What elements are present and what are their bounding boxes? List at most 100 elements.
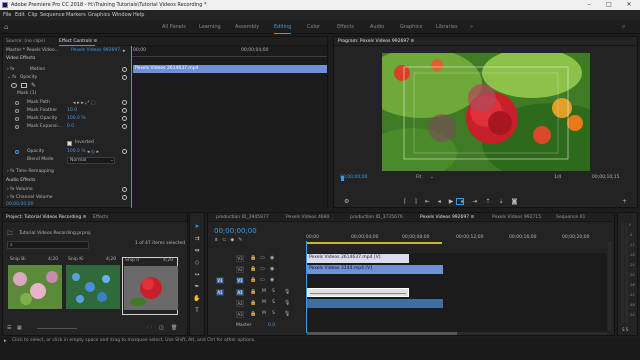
pen-mask-icon[interactable]: ✎ — [31, 82, 36, 89]
trash-icon[interactable]: 🗑 — [171, 325, 177, 331]
reset-icon[interactable] — [122, 67, 127, 72]
sequence-tab[interactable]: Pexels Videos 4690 — [286, 213, 329, 222]
tab-project[interactable]: Project: Tutorial Videos Recording ≡ — [6, 213, 86, 222]
microphone-icon[interactable]: 🎙 — [284, 311, 290, 317]
sync-icon[interactable]: ▭ — [260, 266, 265, 272]
add-button-icon[interactable]: + — [622, 199, 627, 205]
lock-icon[interactable]: 🔒 — [250, 289, 256, 295]
menu-markers[interactable]: Markers — [66, 10, 86, 20]
keyframe-nav-icons[interactable]: ◂ ◇ ▸ — [87, 149, 99, 155]
lock-icon[interactable]: 🔒 — [250, 277, 256, 283]
timeline-settings-icon[interactable]: ✎ — [238, 237, 246, 243]
microphone-icon[interactable]: 🎙 — [284, 300, 290, 306]
program-timecode[interactable]: 00;00;00;00 — [340, 175, 367, 181]
workspace-editing[interactable]: Editing — [274, 20, 292, 34]
menu-edit[interactable]: Edit — [15, 10, 25, 20]
solo-button[interactable]: S — [272, 289, 275, 295]
track-label-a1[interactable]: A1 — [236, 289, 244, 296]
workspace-effects[interactable]: Effects — [337, 20, 354, 34]
clip-v2[interactable]: Pexels Videos 3144.mp4 [V] — [307, 265, 443, 274]
clip-a2[interactable] — [307, 299, 443, 308]
mask-opacity-stopwatch-icon[interactable] — [15, 117, 19, 121]
pen-tool-icon[interactable]: ✒ — [193, 283, 201, 291]
ellipse-mask-icon[interactable] — [11, 83, 17, 88]
effect-controls-timecode[interactable]: 00;00;00;00 — [6, 202, 33, 208]
solo-button[interactable]: S — [272, 300, 275, 306]
lock-icon[interactable]: 🔒 — [250, 311, 256, 317]
source-patch-v1[interactable]: V1 — [216, 277, 224, 284]
track-label-v3[interactable]: V3 — [236, 255, 244, 262]
menu-graphics[interactable]: Graphics — [88, 10, 110, 20]
list-view-icon[interactable]: ☰ — [7, 325, 11, 331]
type-tool-icon[interactable]: T — [193, 307, 201, 315]
zoom-slider[interactable] — [37, 328, 77, 329]
export-frame-icon[interactable]: ◙ — [511, 198, 525, 205]
opacity-value[interactable]: 100.0 % — [67, 149, 86, 155]
track-label-v1[interactable]: V1 — [236, 277, 244, 284]
play-audio-icon[interactable]: ▸ — [123, 48, 126, 54]
safe-margins-button[interactable] — [456, 198, 464, 205]
timeline-horizontal-scrollbar[interactable] — [307, 332, 607, 335]
tab-effects[interactable]: Effects — [93, 213, 108, 222]
clip-a1[interactable] — [307, 288, 409, 297]
channel-volume-row[interactable]: › fx Channel Volume — [7, 195, 53, 201]
opacity-row[interactable]: ⌄ fx Opacity — [7, 75, 37, 81]
reset-icon[interactable] — [122, 149, 127, 154]
sequence-tab[interactable]: Sequence 01 — [556, 213, 585, 222]
workspace-assembly[interactable]: Assembly — [235, 20, 259, 34]
inverted-checkbox[interactable] — [67, 141, 72, 146]
volume-row[interactable]: › fx Volume — [7, 187, 33, 193]
reset-icon[interactable] — [122, 108, 127, 113]
timeline-ruler[interactable]: 00;00 00;00;04;00 00;00;08;00 00;00;12;0… — [306, 225, 606, 244]
mask-opacity-value[interactable]: 100.0 % — [67, 116, 86, 122]
project-search-input[interactable]: ⌕ — [7, 241, 89, 249]
timeline-tracks-area[interactable]: Pexels Videos 2614637.mp4 [V] Pexels Vid… — [307, 253, 607, 333]
fit-select[interactable]: Fit ⌄ — [416, 175, 442, 182]
sequence-tab[interactable]: production ID_3945877 — [216, 213, 269, 222]
workspace-more[interactable]: » — [470, 20, 473, 34]
track-label-a3[interactable]: A3 — [236, 311, 244, 318]
mask-feather-stopwatch-icon[interactable] — [15, 109, 19, 113]
track-select-tool-icon[interactable]: ⇉ — [193, 235, 201, 243]
snap-icon[interactable]: ⋔ — [214, 237, 222, 243]
sequence-tab-active[interactable]: Pexels Videos 992697 ≡ — [420, 213, 474, 222]
mask-expansion-value[interactable]: 0.0 — [67, 124, 74, 130]
video-frame[interactable] — [382, 53, 590, 171]
go-to-out-icon[interactable]: ⇥ — [472, 198, 485, 205]
source-patch-a1[interactable]: A1 — [216, 289, 224, 296]
hand-tool-icon[interactable]: ✋ — [193, 295, 201, 303]
workspace-graphics[interactable]: Graphics — [400, 20, 422, 34]
eye-icon[interactable]: ◉ — [270, 255, 274, 261]
lock-icon[interactable]: 🔒 — [250, 266, 256, 272]
workspace-learning[interactable]: Learning — [199, 20, 221, 34]
blend-mode-select[interactable]: Normal ⌄ — [67, 157, 115, 164]
maximize-button[interactable]: □ — [600, 0, 618, 10]
track-label-v2[interactable]: V2 — [236, 266, 244, 273]
rectangle-mask-icon[interactable] — [21, 83, 27, 88]
new-item-icon[interactable]: ◫ — [159, 325, 164, 331]
workspace-color[interactable]: Color — [307, 20, 320, 34]
reset-icon[interactable] — [122, 75, 127, 80]
icon-view-icon[interactable]: ▦ — [17, 325, 22, 331]
time-remap-row[interactable]: › fx Time Remapping — [7, 169, 54, 175]
sync-icon[interactable]: ▭ — [260, 277, 265, 283]
reset-icon[interactable] — [122, 100, 127, 105]
scrollbar-thumb[interactable] — [307, 332, 457, 335]
master-clip-name[interactable]: Pexels Videos 992697... — [71, 48, 124, 54]
home-icon[interactable]: ⌂ — [4, 20, 8, 34]
reset-icon[interactable] — [122, 116, 127, 121]
lock-icon[interactable]: 🔒 — [250, 255, 256, 261]
workspace-all-panels[interactable]: All Panels — [162, 20, 186, 34]
mask-expansion-stopwatch-icon[interactable] — [15, 125, 19, 129]
slip-tool-icon[interactable]: ↔ — [193, 271, 201, 279]
sync-icon[interactable]: ▭ — [260, 255, 265, 261]
mask-label[interactable]: Mask (1) — [17, 91, 36, 97]
mask-feather-value[interactable]: 10.0 — [67, 108, 77, 114]
selection-tool-icon[interactable]: ➤ — [193, 223, 201, 231]
menu-file[interactable]: File — [3, 10, 11, 20]
settings-wrench-icon[interactable]: ⚙ — [344, 199, 349, 205]
motion-row[interactable]: › fx Motion — [7, 67, 45, 73]
reset-icon[interactable] — [122, 195, 127, 200]
mark-in-icon[interactable]: ⌈ — [404, 198, 414, 205]
project-item-selected[interactable]: Snip II 4;20 — [122, 257, 178, 315]
